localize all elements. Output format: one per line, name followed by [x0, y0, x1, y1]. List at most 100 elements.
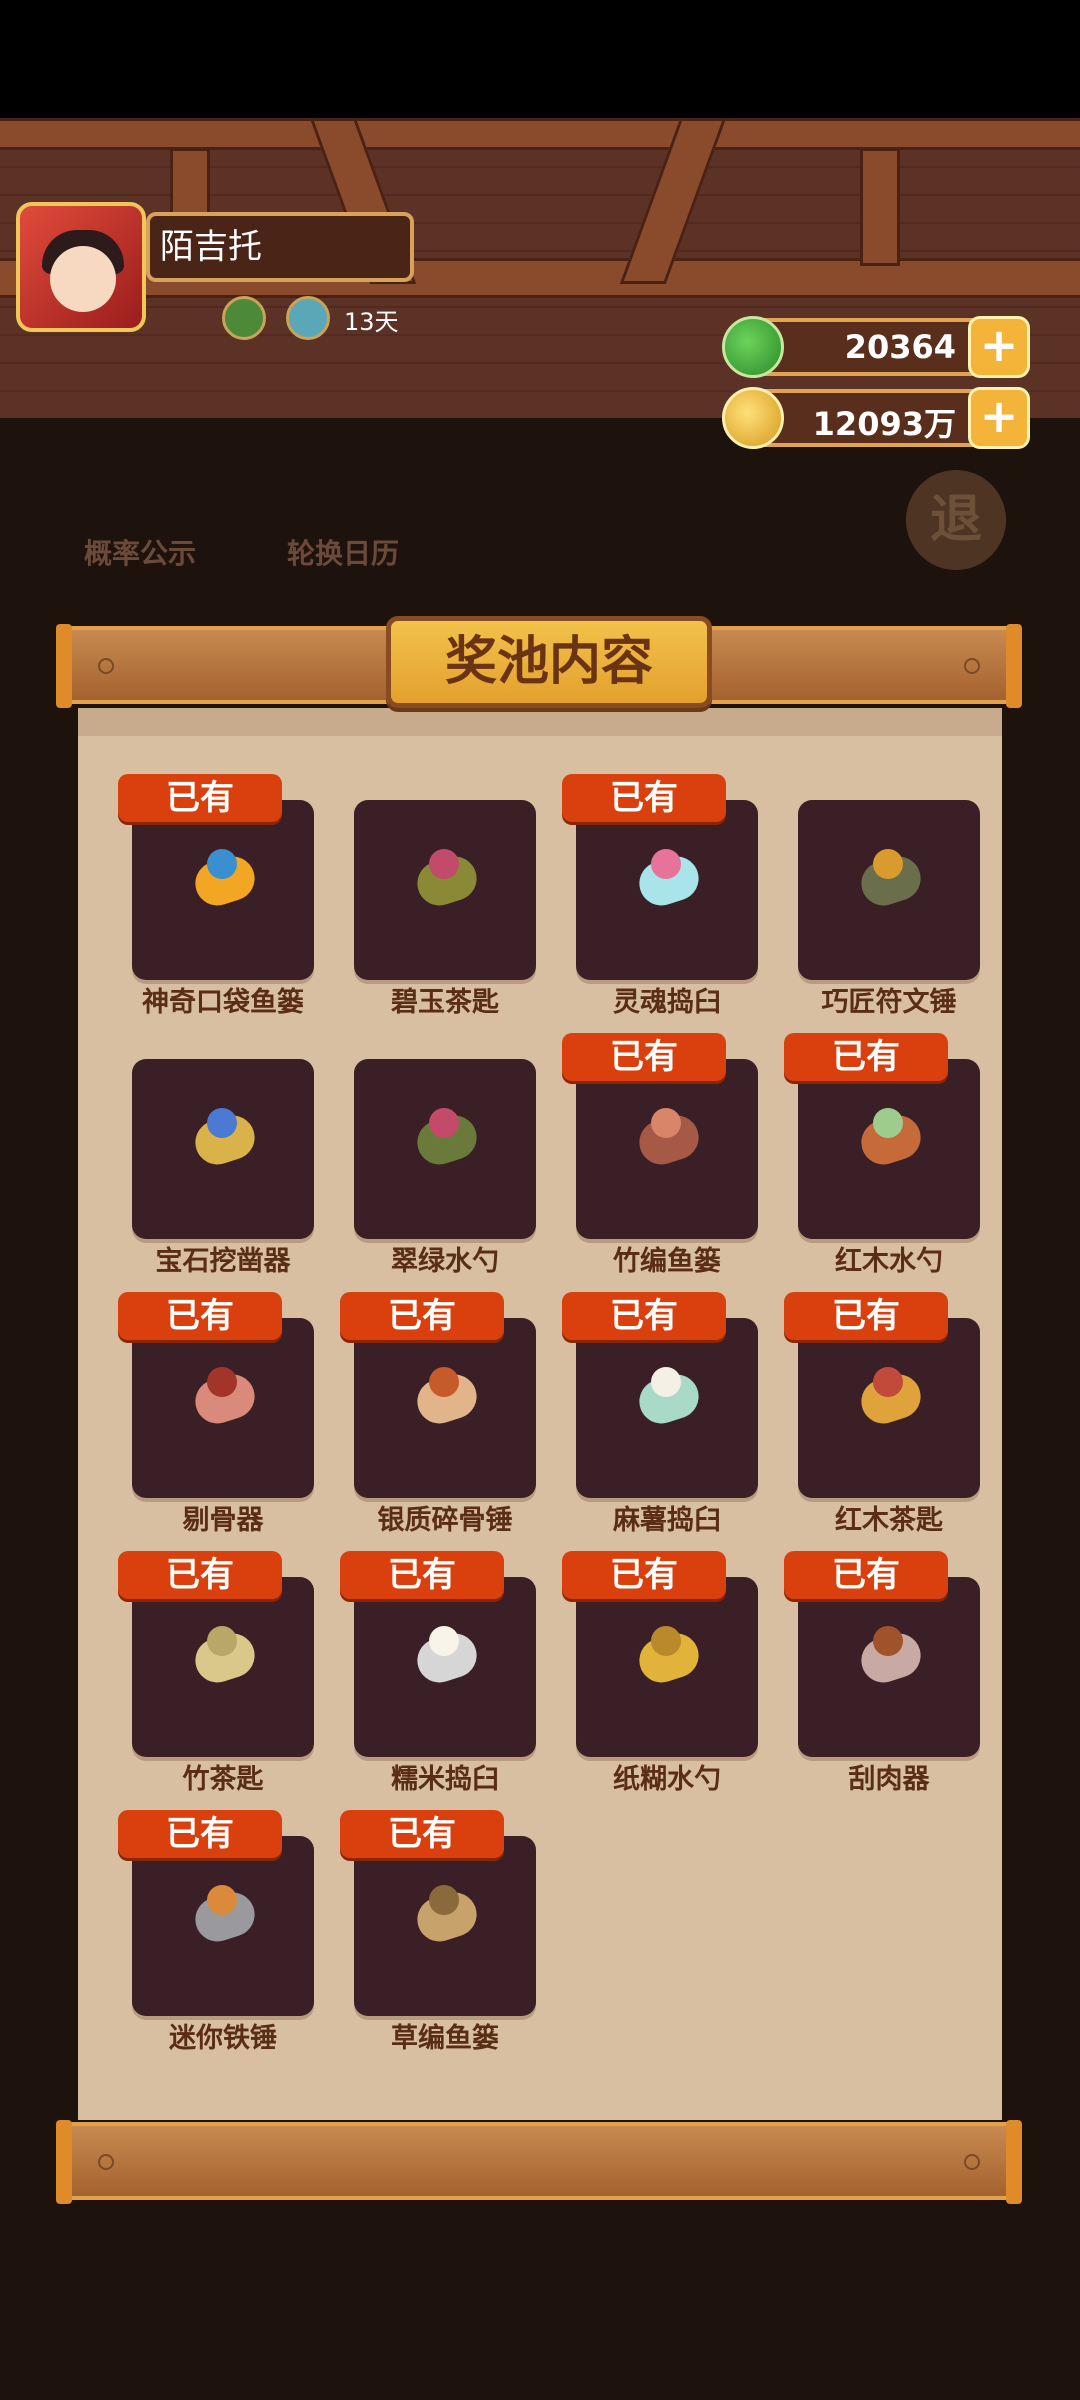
probability-button[interactable]: 概率公示	[70, 532, 210, 572]
prize-item[interactable]: 已有 麻薯捣臼	[542, 1284, 764, 1536]
prize-name: 神奇口袋鱼篓	[142, 987, 304, 1018]
prize-name: 碧玉茶匙	[391, 987, 499, 1018]
owned-badge: 已有	[784, 1033, 948, 1081]
jade-icon	[722, 316, 784, 378]
coin-icon	[722, 387, 784, 449]
prize-name: 巧匠符文锤	[821, 987, 957, 1018]
jade-scoop-icon	[411, 845, 483, 912]
prize-name: 宝石挖凿器	[155, 1246, 291, 1277]
prize-name: 竹茶匙	[182, 1764, 264, 1795]
add-coins-button[interactable]: +	[968, 387, 1030, 449]
roof-beam	[0, 118, 1080, 150]
owned-badge: 已有	[118, 1810, 282, 1858]
prize-tile	[354, 1836, 536, 2016]
mahogany-ladle-icon	[855, 1104, 927, 1171]
prize-tile	[798, 800, 980, 980]
owned-badge: 已有	[562, 1292, 726, 1340]
calendar-button[interactable]: 轮换日历	[268, 532, 418, 572]
prize-tile	[798, 1059, 980, 1239]
owned-badge: 已有	[340, 1810, 504, 1858]
prize-tile	[354, 800, 536, 980]
owned-badge: 已有	[562, 1033, 726, 1081]
buff-badge-icon[interactable]	[222, 296, 266, 340]
prize-item[interactable]: 已有灵魂捣臼	[542, 766, 764, 1018]
prize-name: 银质碎骨锤	[377, 1505, 513, 1536]
prize-item[interactable]: 已有神奇口袋鱼篓	[98, 766, 320, 1018]
prize-item[interactable]: 碧玉茶匙	[320, 766, 542, 1018]
prize-tile	[132, 1836, 314, 2016]
mahogany-scoop-icon	[855, 1363, 927, 1430]
prize-name: 翠绿水勺	[391, 1246, 499, 1277]
prize-tile	[132, 1577, 314, 1757]
straw-basket-icon	[411, 1881, 483, 1948]
prize-tile	[576, 800, 758, 980]
prize-item[interactable]: 已有剔骨器	[98, 1284, 320, 1536]
prize-item[interactable]: 已有纸糊水勺	[542, 1543, 764, 1795]
prize-item[interactable]: 已有刮肉器	[764, 1543, 986, 1795]
probability-label: 概率公示	[83, 537, 196, 570]
mochi-mortar-icon	[633, 1363, 705, 1430]
rice-mortar-icon	[411, 1622, 483, 1689]
prize-tile	[354, 1318, 536, 1498]
magic-pouch-icon	[189, 845, 261, 912]
panel-title: 奖池内容	[386, 616, 712, 708]
prize-tile	[354, 1577, 536, 1757]
mini-hammer-icon	[189, 1881, 261, 1948]
bamboo-basket-icon	[633, 1104, 705, 1171]
prize-tile	[576, 1059, 758, 1239]
prize-name: 剔骨器	[182, 1505, 264, 1536]
owned-badge: 已有	[784, 1292, 948, 1340]
add-jade-button[interactable]: +	[968, 316, 1030, 378]
meat-scraper-icon	[855, 1622, 927, 1689]
owned-badge: 已有	[118, 774, 282, 822]
prize-tile	[132, 1059, 314, 1239]
prize-item[interactable]: 已有竹编鱼篓	[542, 1025, 764, 1277]
owned-badge: 已有	[340, 1292, 504, 1340]
silver-mallet-icon	[411, 1363, 483, 1430]
owned-badge: 已有	[562, 1551, 726, 1599]
prize-item[interactable]: 已有迷你铁锤	[98, 1802, 320, 2054]
coin-amount: 12093万	[812, 405, 956, 443]
green-ladle-icon	[411, 1104, 483, 1171]
rune-hammer-icon	[855, 845, 927, 912]
prize-item[interactable]: 已有红木水勺	[764, 1025, 986, 1277]
prize-item[interactable]: 已有银质碎骨锤	[320, 1284, 542, 1536]
prize-tile	[576, 1318, 758, 1498]
prize-name: 红木茶匙	[835, 1505, 943, 1536]
prize-name: 糯米捣臼	[391, 1764, 499, 1795]
prize-item[interactable]: 巧匠符文锤	[764, 766, 986, 1018]
owned-badge: 已有	[118, 1551, 282, 1599]
retreat-button[interactable]: 退	[906, 470, 1006, 570]
prize-tile	[576, 1577, 758, 1757]
prize-item[interactable]: 已有糯米捣臼	[320, 1543, 542, 1795]
soul-mortar-icon	[633, 845, 705, 912]
prize-item[interactable]: 已有红木茶匙	[764, 1284, 986, 1536]
prize-name: 灵魂捣臼	[613, 987, 721, 1018]
prize-name: 草编鱼篓	[391, 2023, 499, 2054]
player-avatar[interactable]	[16, 202, 146, 332]
jade-counter: 20364 +	[722, 316, 1030, 378]
prize-tile	[132, 800, 314, 980]
prize-item[interactable]: 宝石挖凿器	[98, 1025, 320, 1277]
player-name: 陌吉托	[146, 212, 414, 282]
prize-name: 纸糊水勺	[613, 1764, 721, 1795]
deboner-icon	[189, 1363, 261, 1430]
prize-name: 竹编鱼篓	[613, 1246, 721, 1277]
days-remaining: 13天	[344, 308, 399, 336]
prize-name: 红木水勺	[835, 1246, 943, 1277]
owned-badge: 已有	[784, 1551, 948, 1599]
prize-item[interactable]: 已有草编鱼篓	[320, 1802, 542, 2054]
item-buff-icon[interactable]	[286, 296, 330, 340]
paper-ladle-icon	[633, 1622, 705, 1689]
prize-item[interactable]: 翠绿水勺	[320, 1025, 542, 1277]
prize-name: 迷你铁锤	[169, 2023, 277, 2054]
roof-beam	[860, 148, 900, 266]
prize-item[interactable]: 已有竹茶匙	[98, 1543, 320, 1795]
owned-badge: 已有	[562, 774, 726, 822]
gem-chisel-icon	[189, 1104, 261, 1171]
bamboo-scoop-icon	[189, 1622, 261, 1689]
prize-name: 刮肉器	[848, 1764, 930, 1795]
owned-badge: 已有	[118, 1292, 282, 1340]
prize-tile	[354, 1059, 536, 1239]
owned-badge: 已有	[340, 1551, 504, 1599]
